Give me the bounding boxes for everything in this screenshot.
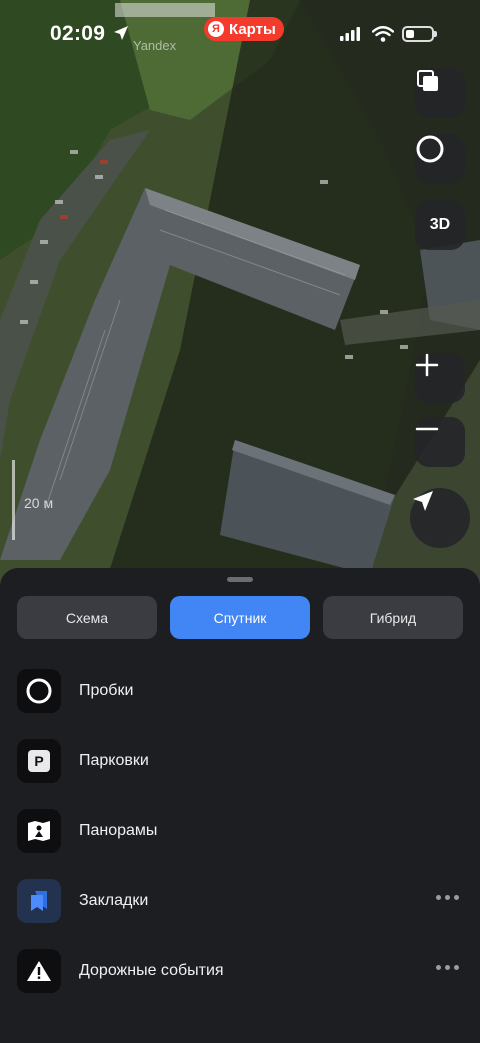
layer-bookmarks-label: Закладки [79, 892, 149, 909]
minus-icon [415, 427, 439, 431]
battery-level [406, 30, 414, 38]
traffic-toggle-button[interactable] [415, 134, 465, 184]
zoom-out-button[interactable] [415, 417, 465, 467]
satellite-imagery [0, 0, 480, 600]
3d-button[interactable]: 3D [415, 200, 465, 250]
zoom-in-button[interactable] [415, 353, 465, 403]
road-events-icon [17, 949, 61, 993]
layer-parking-item[interactable]: P Парковки [17, 738, 463, 784]
plus-icon [415, 353, 439, 377]
status-time: 02:09 [50, 22, 106, 45]
scale-label: 20 м [24, 495, 54, 511]
parking-icon-letter: P [28, 750, 50, 772]
layer-bookmarks-item[interactable]: Закладки [17, 878, 463, 924]
app-badge-label: Карты [229, 20, 276, 38]
map-type-scheme-button[interactable]: Схема [17, 596, 157, 639]
navigation-arrow-icon [413, 491, 433, 511]
more-dot [445, 965, 450, 970]
layers-button[interactable] [415, 68, 465, 118]
satellite-map[interactable]: Yandex 3D 20 м [0, 0, 480, 600]
more-dot [436, 895, 441, 900]
layer-traffic-label: Пробки [79, 682, 134, 699]
map-type-switcher: Схема Спутник Гибрид [17, 596, 463, 639]
my-location-button[interactable] [410, 488, 470, 548]
map-type-satellite-button[interactable]: Спутник [170, 596, 310, 639]
app-badge[interactable]: Я Карты [204, 17, 284, 41]
layer-parking-label: Парковки [79, 752, 149, 769]
scale-bar [12, 460, 15, 540]
traffic-icon [17, 669, 61, 713]
wifi-icon [372, 26, 394, 42]
yandex-logo-icon: Я [208, 21, 224, 37]
bookmarks-more-button[interactable] [436, 895, 459, 900]
layer-panoramas-item[interactable]: Панорамы [17, 808, 463, 854]
more-dot [445, 895, 450, 900]
map-settings-sheet: Схема Спутник Гибрид Пробки P Парковки П… [0, 568, 480, 1043]
panorama-icon [17, 809, 61, 853]
bookmarks-icon [17, 879, 61, 923]
layer-panoramas-label: Панорамы [79, 822, 158, 839]
more-dot [454, 965, 459, 970]
more-dot [436, 965, 441, 970]
location-services-icon [114, 26, 128, 40]
sheet-drag-handle[interactable] [227, 577, 253, 582]
map-type-hybrid-button[interactable]: Гибрид [323, 596, 463, 639]
traffic-icon [416, 135, 444, 163]
top-indicator-strip [115, 3, 215, 17]
more-dot [454, 895, 459, 900]
layer-road-events-item[interactable]: Дорожные события [17, 948, 463, 994]
layer-road-events-label: Дорожные события [79, 962, 224, 979]
parking-icon: P [17, 739, 61, 783]
cellular-signal-icon [340, 27, 360, 41]
layers-icon [417, 70, 438, 91]
layer-traffic-item[interactable]: Пробки [17, 668, 463, 714]
road-events-more-button[interactable] [436, 965, 459, 970]
status-bar: 02:09 Я Карты [0, 0, 480, 70]
battery-icon [402, 26, 437, 42]
3d-label: 3D [429, 216, 451, 233]
